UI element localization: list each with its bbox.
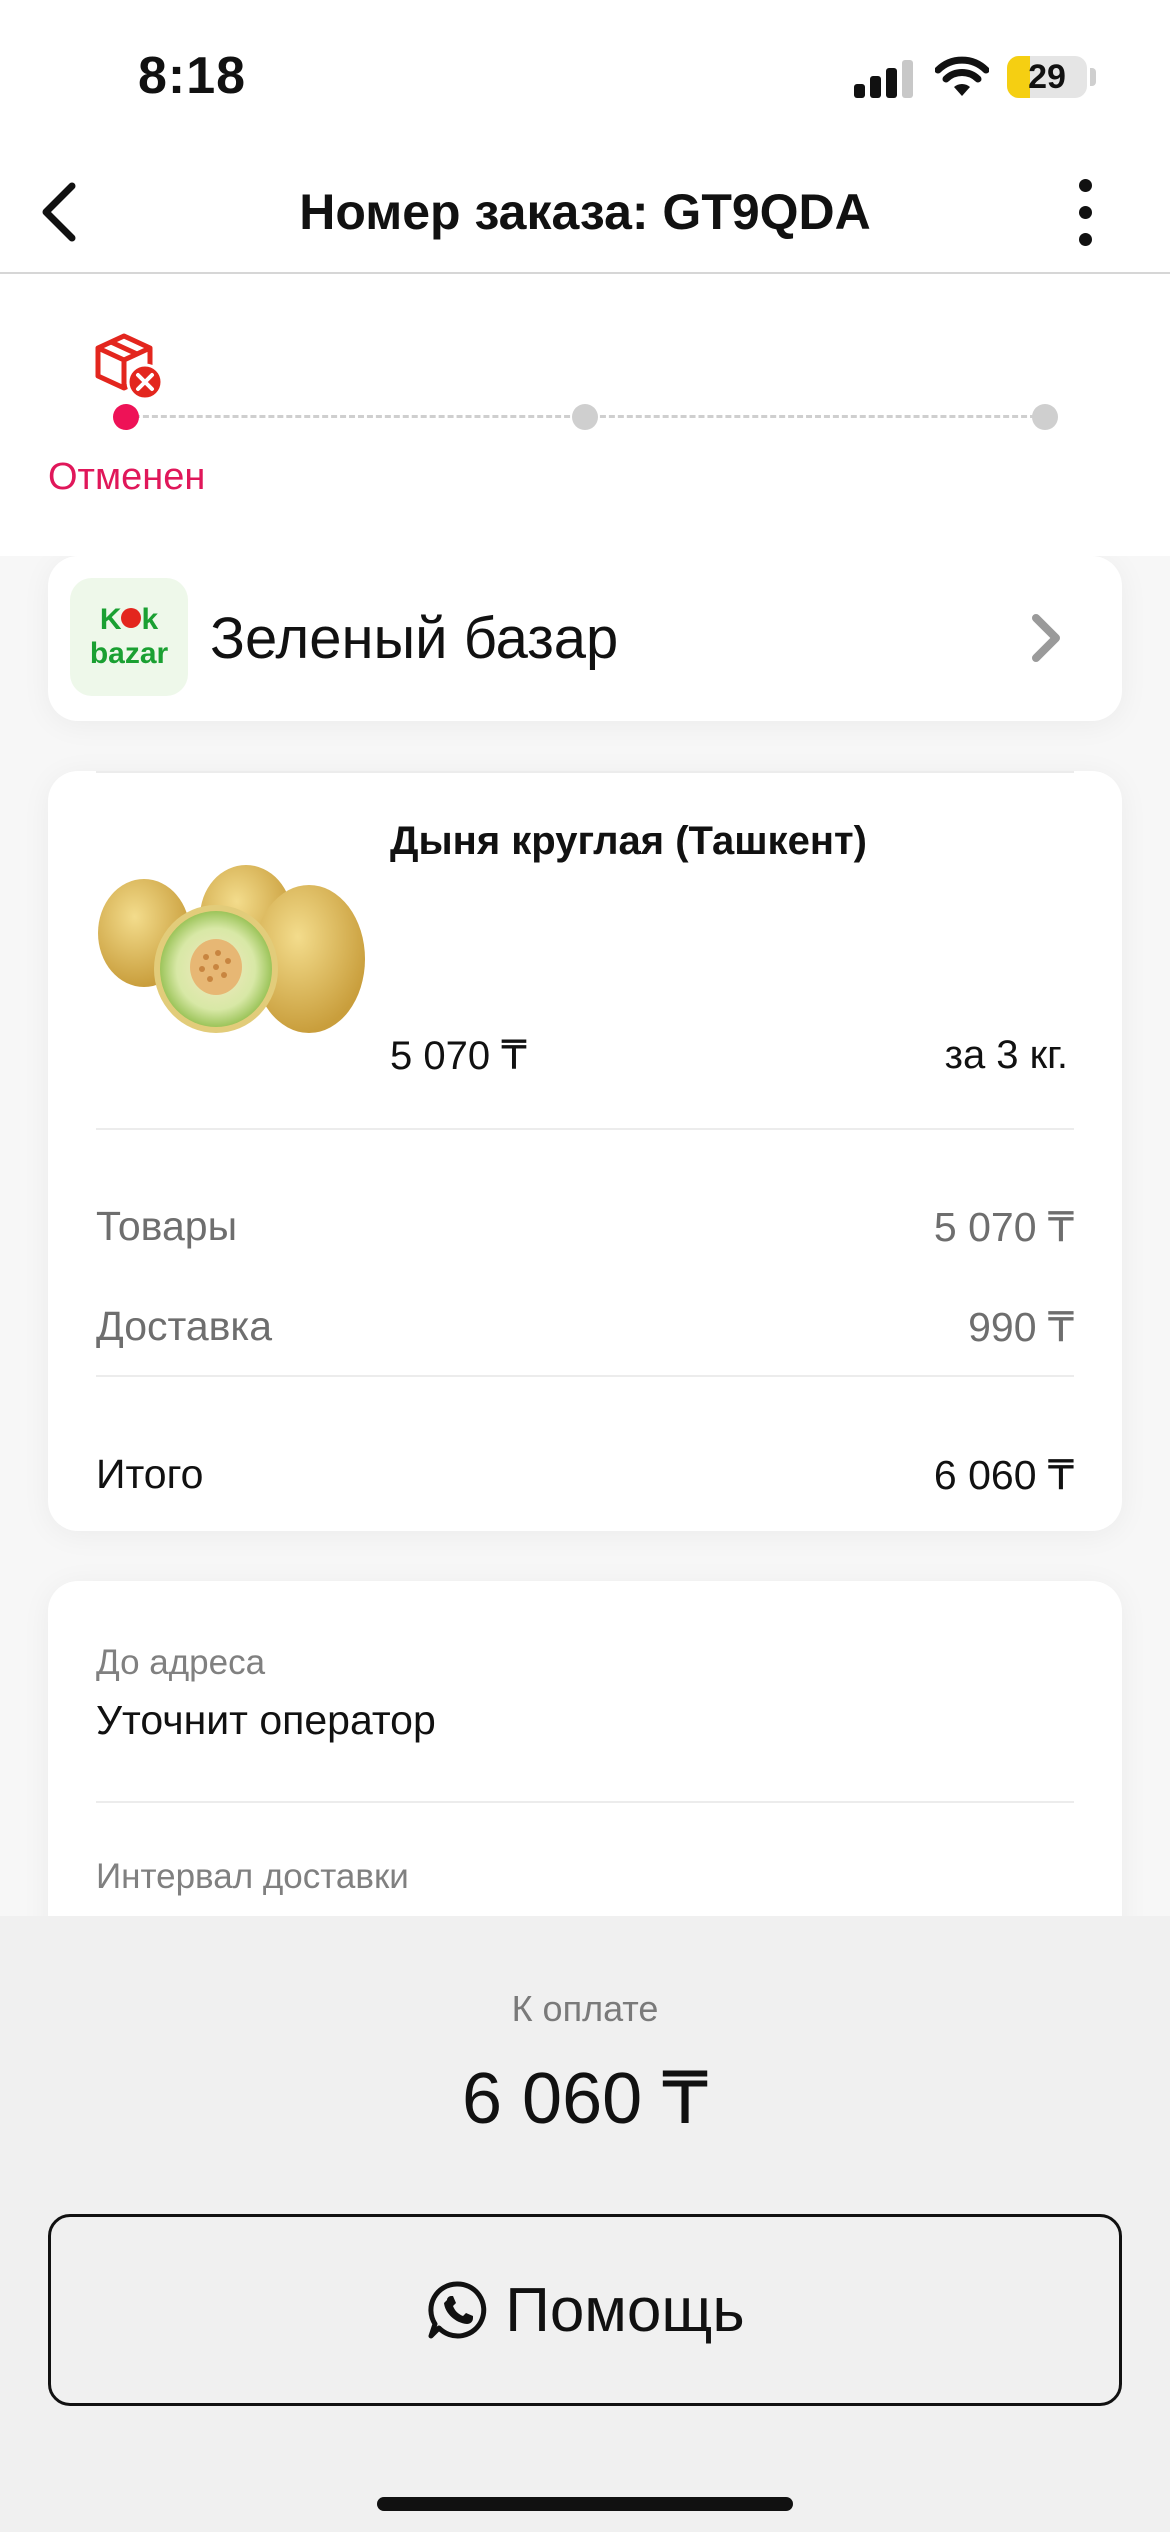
- battery-nub: [1090, 68, 1096, 86]
- progress-step-2: [572, 404, 598, 430]
- order-card: Дыня круглая (Ташкент) 5 070 ₸ за 3 кг. …: [48, 771, 1122, 1531]
- summary-value: 5 070 ₸: [933, 1204, 1074, 1250]
- product-name: Дыня круглая (Ташкент): [390, 819, 867, 863]
- total-value: 6 060 ₸: [933, 1452, 1074, 1498]
- divider: [96, 771, 1074, 773]
- store-name: Зеленый базар: [210, 606, 619, 671]
- payment-amount: 6 060 ₸: [462, 2059, 708, 2139]
- chevron-right-icon: [1032, 614, 1060, 662]
- more-vertical-icon: [1078, 178, 1092, 192]
- page-title: Номер заказа: GT9QDA: [299, 184, 871, 240]
- help-button-label: Помощь: [505, 2275, 745, 2345]
- address-label: До адреса: [96, 1643, 266, 1682]
- order-progress-tracker: Отменен: [0, 276, 1170, 556]
- delivery-card: До адреса Уточнит оператор Интервал дост…: [48, 1581, 1122, 1916]
- battery-indicator: 29: [1007, 56, 1087, 98]
- battery-level-text: 29: [1028, 58, 1066, 96]
- progress-step-3: [1032, 404, 1058, 430]
- summary-row-goods: Товары 5 070 ₸: [96, 1203, 1074, 1251]
- back-button[interactable]: [18, 172, 98, 252]
- product-price: 5 070 ₸: [390, 1034, 527, 1078]
- summary-label: Товары: [96, 1203, 238, 1249]
- more-options-button[interactable]: [1055, 172, 1115, 252]
- divider: [96, 1375, 1074, 1377]
- payment-bottom-sheet: К оплате 6 060 ₸ Помощь: [0, 1916, 1170, 2532]
- summary-row-delivery: Доставка 990 ₸: [96, 1303, 1074, 1351]
- summary-row-total: Итого 6 060 ₸: [96, 1451, 1074, 1499]
- address-value: Уточнит оператор: [96, 1697, 436, 1743]
- divider: [96, 1801, 1074, 1803]
- payment-label: К оплате: [511, 1988, 659, 2029]
- product-image[interactable]: [96, 861, 366, 1041]
- whatsapp-icon: [428, 2281, 487, 2339]
- delivery-interval-label: Интервал доставки: [96, 1857, 409, 1896]
- status-bar: 8:18 29: [0, 0, 1170, 150]
- cellular-signal-icon: [854, 58, 914, 98]
- wifi-icon: [935, 56, 989, 96]
- summary-label: Доставка: [96, 1303, 273, 1349]
- store-card[interactable]: Kk bazar Зеленый базар: [48, 556, 1122, 721]
- order-status-label: Отменен: [48, 456, 206, 498]
- progress-step-cancelled: [113, 404, 139, 430]
- store-logo: Kk bazar: [70, 578, 188, 696]
- divider: [96, 1128, 1074, 1130]
- status-time: 8:18: [138, 47, 247, 105]
- total-label: Итого: [96, 1451, 204, 1497]
- box-cancelled-icon: [95, 333, 164, 401]
- header: Номер заказа: GT9QDA: [0, 150, 1170, 274]
- home-indicator[interactable]: [377, 2497, 793, 2511]
- order-details-scroll[interactable]: Kk bazar Зеленый базар Дыня круглая (Таш…: [0, 556, 1170, 1916]
- summary-value: 990 ₸: [968, 1304, 1074, 1350]
- logo-dot-icon: [121, 608, 142, 629]
- help-button[interactable]: Помощь: [48, 2214, 1122, 2406]
- chevron-left-icon: [42, 182, 76, 242]
- product-quantity: за 3 кг.: [944, 1033, 1068, 1077]
